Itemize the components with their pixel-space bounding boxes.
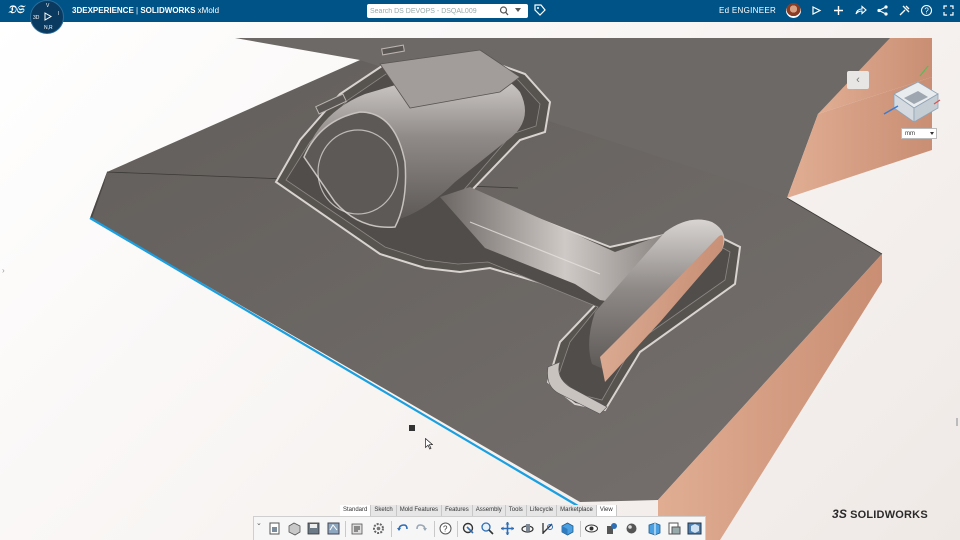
units-dropdown[interactable]: mm [901,128,937,139]
svg-text:?: ? [443,525,448,534]
dassault-logo[interactable]: 𝔇𝔖 [8,4,24,17]
tab-marketplace[interactable]: Marketplace [557,505,597,516]
graphics-area[interactable]: › ‹ mm [0,22,960,540]
right-panel-handle[interactable] [956,418,958,426]
open-part-icon[interactable] [287,521,302,536]
mold-model[interactable] [0,22,960,540]
zoom-icon[interactable] [480,521,495,536]
measure-icon[interactable] [540,521,555,536]
ds-logo-mark: 3S [832,507,848,521]
selection-marker [409,425,415,431]
section-view-icon[interactable] [647,521,662,536]
render-icon[interactable] [687,521,702,536]
hide-show-icon[interactable] [584,521,599,536]
view-orientation-icon[interactable] [667,521,682,536]
toolbar-expand-icon[interactable]: ⌄ [256,519,262,527]
tab-lifecycle[interactable]: Lifecycle [527,505,558,516]
display-style-icon[interactable] [560,521,575,536]
compass-nr[interactable]: N,R [44,25,53,31]
new-document-icon[interactable] [267,521,282,536]
fullscreen-icon[interactable] [942,4,955,17]
solidworks-logo: 3S SOLIDWORKS [832,507,928,523]
compass-3d[interactable]: 3D [33,15,39,21]
undo-icon[interactable] [395,521,410,536]
compass-v[interactable]: V [46,3,49,9]
search-box[interactable] [367,4,528,18]
user-name[interactable]: Ed ENGINEER [719,6,776,15]
pan-icon[interactable] [500,521,515,536]
top-bar: 𝔇𝔖 3DEXPERIENCE | SOLIDWORKS xMold Ed EN… [0,0,960,22]
mouse-cursor-icon [425,438,433,450]
panel-collapse-button[interactable]: ‹ [847,71,869,89]
app-title: 3DEXPERIENCE | SOLIDWORKS xMold [72,6,219,15]
left-panel-expand-handle[interactable]: › [2,266,5,275]
file-properties-icon[interactable] [350,521,365,536]
share-icon[interactable] [810,4,823,17]
tab-mold-features[interactable]: Mold Features [397,505,443,516]
save-icon[interactable] [306,521,321,536]
network-icon[interactable] [876,4,889,17]
command-manager-tabs: Standard Sketch Mold Features Features A… [340,505,617,516]
tools-icon[interactable] [898,4,911,17]
tab-view[interactable]: View [596,505,617,516]
solidworks-logo-text: SOLIDWORKS [850,509,928,521]
brand-name: SOLIDWORKS [140,6,196,15]
redo-icon[interactable] [414,521,429,536]
brand-prefix: 3DEXPERIENCE [72,6,134,15]
rebuild-icon[interactable] [326,521,341,536]
options-icon[interactable] [371,521,386,536]
play-icon[interactable] [44,12,52,21]
units-value: mm [905,131,915,137]
tab-assembly[interactable]: Assembly [473,505,506,516]
search-icon[interactable] [499,5,509,17]
select-filter-icon[interactable] [461,521,476,536]
search-scope-dropdown[interactable] [515,8,521,12]
rotate-icon[interactable] [520,521,535,536]
help-icon[interactable]: ? [438,521,453,536]
tab-tools[interactable]: Tools [506,505,527,516]
svg-text:?: ? [924,6,929,15]
tab-sketch[interactable]: Sketch [371,505,397,516]
help-icon[interactable]: ? [920,4,933,17]
tab-features[interactable]: Features [442,505,473,516]
forward-icon[interactable] [854,4,867,17]
command-toolbar: ⌄ ? [253,516,706,540]
appearance-icon[interactable] [604,521,619,536]
avatar[interactable] [786,3,801,18]
tab-standard[interactable]: Standard [340,505,372,516]
chevron-down-icon [930,132,934,135]
view-cube[interactable] [874,64,942,124]
compass-i[interactable]: I [58,11,59,17]
tag-icon[interactable] [534,4,546,17]
search-input[interactable] [370,5,498,17]
app-name: xMold [197,6,220,15]
plus-icon[interactable] [832,4,845,17]
compass-widget[interactable]: V 3D I N,R [30,0,64,34]
scene-icon[interactable] [624,521,639,536]
